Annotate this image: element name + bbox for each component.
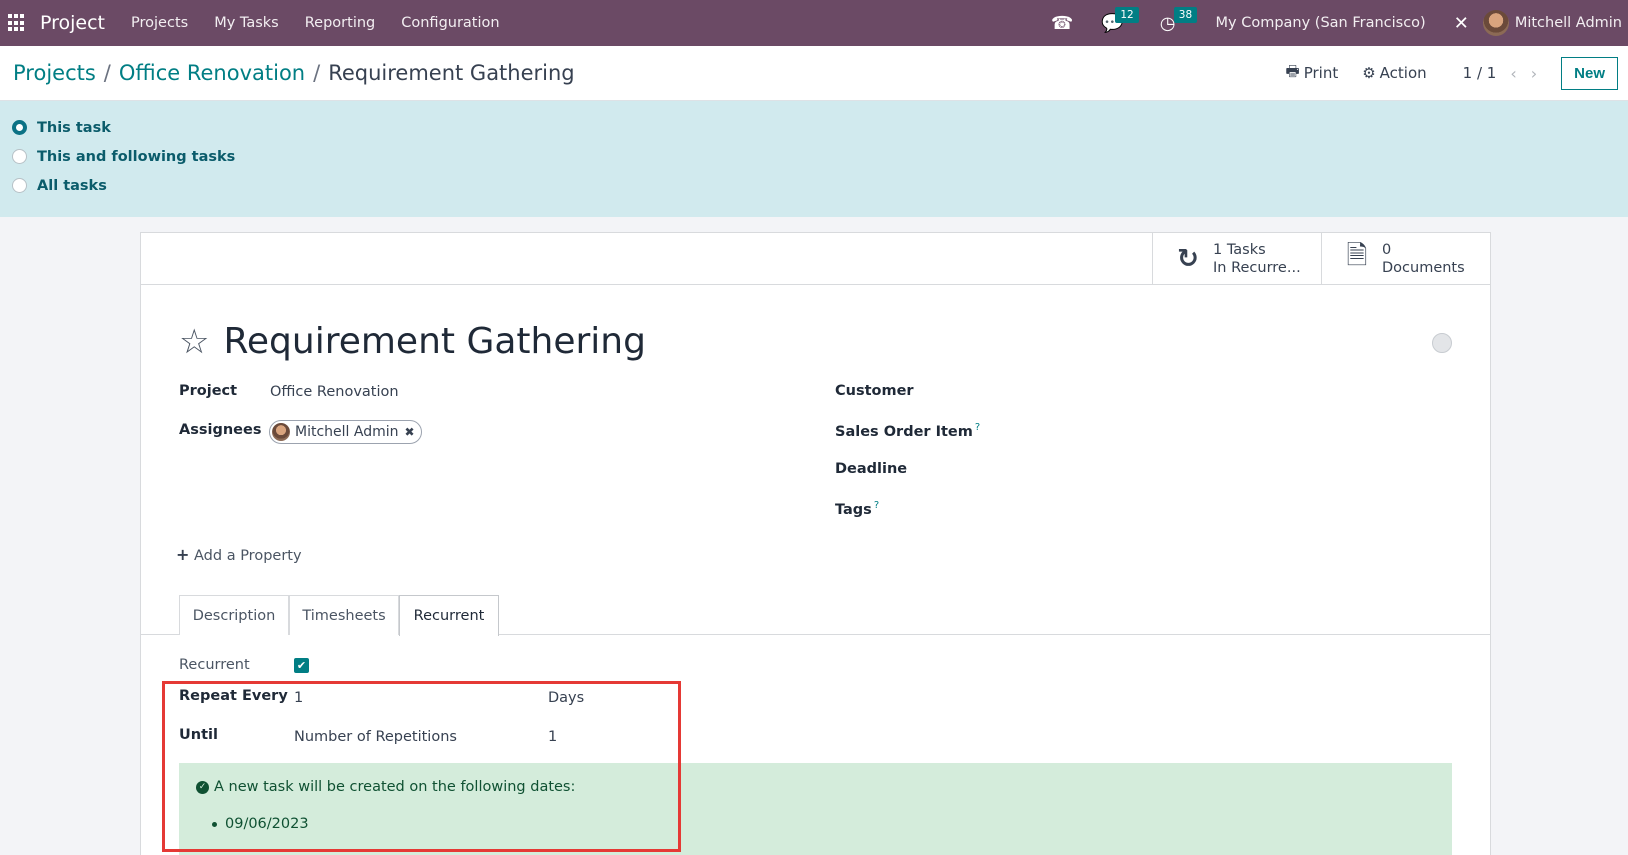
radio-label: This and following tasks bbox=[37, 148, 236, 165]
star-icon[interactable]: ☆ bbox=[179, 322, 209, 362]
avatar bbox=[272, 423, 290, 441]
check-circle-icon: ✓ bbox=[196, 780, 209, 794]
radio-this-task[interactable]: This task bbox=[12, 113, 1628, 142]
smart-button-box: ↻ 1 Tasks In Recurre... 🗎 0 Documents bbox=[141, 233, 1490, 285]
repeat-every-label: Repeat Every bbox=[179, 688, 288, 704]
smart-button-label: Documents bbox=[1382, 259, 1465, 276]
menu-reporting[interactable]: Reporting bbox=[305, 15, 376, 31]
smart-button-label: In Recurre... bbox=[1213, 259, 1301, 276]
menu-configuration[interactable]: Configuration bbox=[401, 15, 499, 31]
document-icon: 🗎 bbox=[1346, 240, 1368, 271]
chat-button[interactable]: 💬 12 bbox=[1101, 6, 1139, 34]
recurrence-dates-alert: ✓ A new task will be created on the foll… bbox=[179, 763, 1452, 855]
app-brand[interactable]: Project bbox=[40, 12, 105, 34]
help-icon[interactable]: ? bbox=[975, 422, 980, 433]
repeat-interval-field[interactable]: 1 bbox=[294, 690, 303, 706]
project-label: Project bbox=[179, 383, 238, 399]
sales-order-item-text: Sales Order Item bbox=[835, 423, 973, 440]
phone-icon[interactable]: ☎ bbox=[1051, 13, 1073, 34]
refresh-icon: ↻ bbox=[1177, 243, 1199, 274]
repeat-unit-select[interactable]: Days bbox=[548, 690, 584, 706]
assignee-tag[interactable]: Mitchell Admin ✖ bbox=[269, 420, 422, 444]
smart-button-documents[interactable]: 🗎 0 Documents bbox=[1321, 233, 1490, 284]
smart-button-value: 0 bbox=[1382, 241, 1392, 258]
radio-all-tasks[interactable]: All tasks bbox=[12, 171, 1628, 200]
recurrent-checkbox[interactable]: ✔ bbox=[294, 658, 309, 673]
print-label: Print bbox=[1303, 64, 1339, 82]
activity-button[interactable]: ◷ 38 bbox=[1160, 6, 1198, 34]
menu-my-tasks[interactable]: My Tasks bbox=[214, 15, 279, 31]
tab-timesheets[interactable]: Timesheets bbox=[289, 595, 399, 635]
recurrence-date: 09/06/2023 bbox=[225, 816, 309, 832]
radio-checked[interactable] bbox=[12, 120, 27, 135]
radio-label: All tasks bbox=[37, 177, 107, 194]
radio-unchecked[interactable] bbox=[12, 149, 27, 164]
top-navbar: Project Projects My Tasks Reporting Conf… bbox=[0, 0, 1628, 46]
breadcrumb-current: Requirement Gathering bbox=[328, 61, 575, 85]
pager-next-icon[interactable]: › bbox=[1531, 64, 1537, 83]
tags-label: Tags? bbox=[835, 500, 879, 518]
assignee-name: Mitchell Admin bbox=[295, 424, 399, 440]
radio-unchecked[interactable] bbox=[12, 178, 27, 193]
company-switcher[interactable]: My Company (San Francisco) bbox=[1216, 15, 1426, 31]
assignees-label: Assignees bbox=[179, 422, 262, 438]
pager-previous-icon[interactable]: ‹ bbox=[1510, 64, 1516, 83]
deadline-label: Deadline bbox=[835, 461, 908, 477]
customer-label: Customer bbox=[835, 383, 914, 399]
breadcrumb-projects[interactable]: Projects bbox=[13, 61, 96, 85]
bullet-icon bbox=[212, 821, 217, 827]
gear-icon: ⚙ bbox=[1362, 64, 1376, 82]
recurrence-scope-banner: This task This and following tasks All t… bbox=[0, 101, 1628, 217]
chat-count-badge: 12 bbox=[1115, 6, 1139, 23]
recurrent-label: Recurrent bbox=[179, 657, 250, 673]
action-label: Action bbox=[1379, 64, 1427, 82]
status-indicator[interactable] bbox=[1432, 333, 1452, 353]
add-property-button[interactable]: + Add a Property bbox=[176, 545, 302, 564]
notebook-tabs: Description Timesheets Recurrent bbox=[141, 595, 1490, 636]
tab-description[interactable]: Description bbox=[179, 595, 289, 635]
tools-icon[interactable]: ✕ bbox=[1454, 13, 1469, 34]
action-button[interactable]: ⚙ Action bbox=[1362, 64, 1426, 82]
list-item: 09/06/2023 bbox=[212, 816, 309, 832]
activity-count-badge: 38 bbox=[1173, 6, 1198, 23]
remove-tag-icon[interactable]: ✖ bbox=[405, 425, 415, 439]
user-avatar[interactable] bbox=[1482, 10, 1509, 36]
apps-grid-icon[interactable] bbox=[8, 14, 26, 32]
breadcrumb-separator: / bbox=[103, 61, 111, 85]
repetitions-field[interactable]: 1 bbox=[548, 729, 557, 745]
new-button[interactable]: New bbox=[1561, 56, 1618, 90]
smart-button-recurrence[interactable]: ↻ 1 Tasks In Recurre... bbox=[1152, 233, 1321, 284]
menu-projects[interactable]: Projects bbox=[131, 15, 188, 31]
add-property-label: Add a Property bbox=[194, 548, 302, 564]
tags-text: Tags bbox=[835, 501, 872, 518]
pager-value[interactable]: 1 / 1 bbox=[1463, 64, 1497, 82]
breadcrumb: Projects / Office Renovation / Requireme… bbox=[13, 61, 575, 85]
plus-icon: + bbox=[176, 545, 190, 564]
repeat-type-select[interactable]: Number of Repetitions bbox=[294, 729, 457, 745]
tab-recurrent[interactable]: Recurrent bbox=[399, 595, 499, 636]
breadcrumb-office-renovation[interactable]: Office Renovation bbox=[119, 61, 305, 85]
control-panel: Projects / Office Renovation / Requireme… bbox=[0, 46, 1628, 101]
radio-label: This task bbox=[37, 119, 111, 136]
sales-order-item-label: Sales Order Item? bbox=[835, 422, 980, 440]
print-button[interactable]: 🖶 Print bbox=[1286, 61, 1339, 86]
user-menu[interactable]: Mitchell Admin bbox=[1515, 15, 1622, 31]
title-row: ☆ Requirement Gathering bbox=[179, 321, 646, 362]
help-icon[interactable]: ? bbox=[874, 500, 879, 511]
until-label: Until bbox=[179, 727, 218, 743]
form-sheet: ↻ 1 Tasks In Recurre... 🗎 0 Documents ☆ … bbox=[140, 232, 1491, 855]
smart-button-value: 1 Tasks bbox=[1213, 241, 1266, 258]
alert-message: A new task will be created on the follow… bbox=[214, 779, 576, 795]
breadcrumb-separator: / bbox=[313, 61, 321, 85]
project-field[interactable]: Office Renovation bbox=[270, 384, 399, 400]
radio-this-and-following[interactable]: This and following tasks bbox=[12, 142, 1628, 171]
task-title[interactable]: Requirement Gathering bbox=[223, 321, 645, 362]
printer-icon: 🖶 bbox=[1285, 61, 1300, 80]
